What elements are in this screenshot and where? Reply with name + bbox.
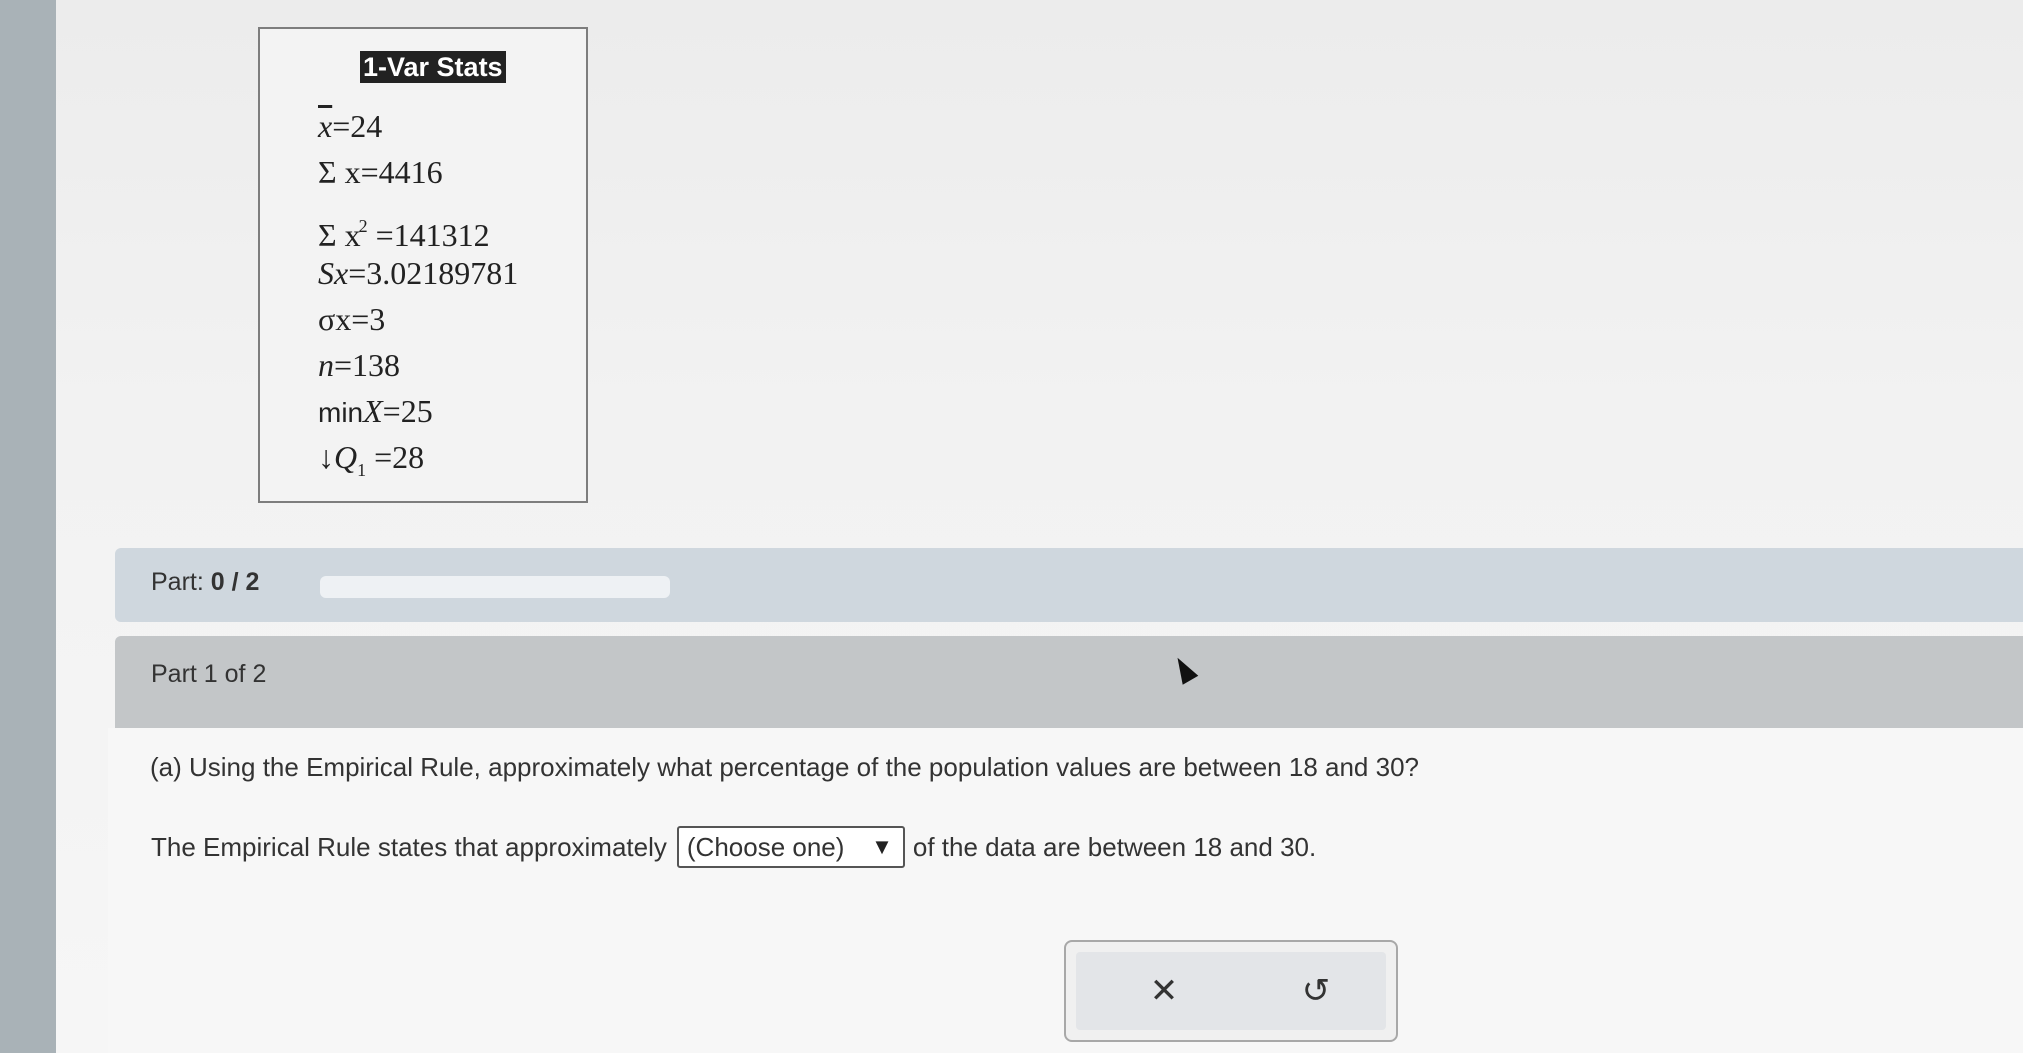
- stat-sum-x: Σ x=4416: [318, 152, 443, 192]
- mean-value: =24: [332, 108, 383, 144]
- clear-button[interactable]: ✕: [1136, 966, 1192, 1016]
- part-label: Part: 0 / 2: [151, 568, 259, 597]
- min-label: X: [363, 393, 383, 429]
- q1-value: =28: [366, 439, 425, 475]
- stat-q1: ↓Q1 =28: [318, 437, 424, 490]
- sx-label: Sx: [318, 255, 349, 291]
- section-header: Part 1 of 2: [115, 636, 2023, 728]
- stat-min: minX=25: [318, 391, 433, 433]
- sum-x2-exponent: 2: [358, 216, 368, 236]
- sum-x-label: Σ x: [318, 154, 361, 190]
- scroll-down-arrow-icon: ↓: [318, 439, 334, 475]
- action-button-panel: ✕ ↺: [1064, 940, 1398, 1042]
- sigma-value: =3: [351, 301, 386, 337]
- stat-sigma: σx=3: [318, 299, 385, 339]
- stat-mean: x=24: [318, 106, 382, 146]
- min-prefix: min: [318, 397, 364, 428]
- undo-button[interactable]: ↺: [1288, 966, 1344, 1016]
- part-progress-bar: Part: 0 / 2: [115, 548, 2023, 622]
- part-prefix: Part:: [151, 568, 211, 596]
- stat-n: n=138: [318, 345, 400, 385]
- percentage-select[interactable]: (Choose one) ▼: [676, 826, 905, 868]
- sum-x2-label: Σ x: [318, 217, 361, 253]
- action-button-tray: ✕ ↺: [1076, 952, 1386, 1030]
- q1-label: Q: [334, 439, 358, 475]
- stat-sx: Sx=3.02189781: [318, 253, 518, 293]
- n-value: =138: [334, 347, 401, 383]
- sigma-label: σx: [318, 301, 352, 337]
- part-progress-text: 0 / 2: [210, 568, 260, 596]
- dropdown-caret-icon: ▼: [871, 834, 893, 859]
- calculator-stats-panel: 1-Var Stats x=24 Σ x=4416 Σ x2 =141312 S…: [258, 27, 588, 503]
- sum-x2-value: =141312: [367, 217, 490, 253]
- answer-suffix: of the data are between 18 and 30.: [912, 831, 1317, 862]
- sx-value: =3.02189781: [348, 255, 519, 291]
- question-text: (a) Using the Empirical Rule, approximat…: [150, 752, 1419, 782]
- section-header-label: Part 1 of 2: [151, 660, 267, 688]
- close-icon: ✕: [1149, 971, 1179, 1011]
- progress-track: [320, 576, 670, 598]
- mean-label: x: [318, 108, 333, 144]
- answer-prefix: The Empirical Rule states that approxima…: [151, 831, 667, 862]
- answer-row: The Empirical Rule states that approxima…: [151, 826, 1316, 868]
- min-value: =25: [382, 393, 433, 429]
- select-value: (Choose one): [686, 831, 845, 862]
- n-label: n: [318, 347, 334, 383]
- stat-sum-x2: Σ x2 =141312: [318, 206, 490, 255]
- stats-title: 1-Var Stats: [360, 51, 506, 83]
- undo-icon: ↺: [1301, 971, 1331, 1011]
- q1-subscript: 1: [357, 460, 367, 480]
- sum-x-value: =4416: [360, 154, 443, 190]
